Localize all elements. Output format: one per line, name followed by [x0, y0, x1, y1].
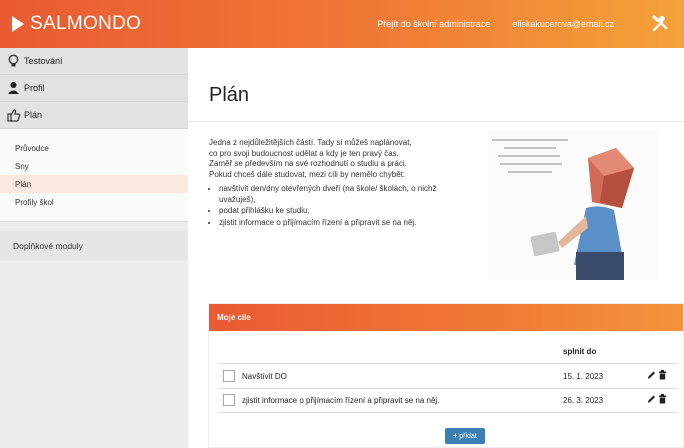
- trash-icon[interactable]: [658, 394, 667, 404]
- submenu-item-plan[interactable]: Plán: [0, 175, 188, 193]
- tools-icon[interactable]: [636, 0, 684, 48]
- divider: [219, 412, 677, 413]
- submenu-item-pruvodce[interactable]: Průvodce: [0, 139, 188, 157]
- goal-checkbox[interactable]: [223, 394, 235, 406]
- trash-icon[interactable]: [658, 370, 667, 380]
- bullet-item: zjistit informace o přijímacím řízení a …: [219, 218, 449, 229]
- edit-icon[interactable]: [647, 394, 656, 404]
- intro-line: Pokud chceš dále studovat, mezi cíli by …: [209, 169, 406, 179]
- add-goal-button[interactable]: + přidat: [445, 428, 485, 444]
- sidebar: Testování Profil Plán Průvodce Sny Plán …: [0, 48, 188, 448]
- goal-checkbox[interactable]: [223, 370, 235, 382]
- sidebar-item-label: Testování: [24, 56, 63, 66]
- divider: [188, 121, 684, 122]
- goal-name: zjistit informace o přijímacím řízení a …: [242, 396, 440, 405]
- sidebar-item-plan[interactable]: Plán: [0, 102, 188, 129]
- table-row: Navštívit DO 15. 1. 2023: [219, 366, 677, 387]
- page-title: Plán: [209, 84, 250, 106]
- divider: [219, 363, 677, 364]
- brand-logo[interactable]: SALMONDO: [12, 13, 141, 35]
- submenu-item-sny[interactable]: Sny: [0, 157, 188, 175]
- bullet-item: podat přihlášku ke studiu,: [219, 206, 449, 217]
- table-row: zjistit informace o přijímacím řízení a …: [219, 390, 677, 411]
- sidebar-item-testovani[interactable]: Testování: [0, 48, 188, 75]
- intro-bullets: navštívit den/dny otevřených dveří (na š…: [209, 184, 449, 228]
- deadline-column-header: splnit do: [563, 347, 597, 356]
- user-icon: [7, 81, 20, 95]
- goal-deadline: 15. 1. 2023: [563, 372, 604, 381]
- edit-icon[interactable]: [647, 370, 656, 380]
- submenu-item-profily-skol[interactable]: Profily škol: [0, 193, 188, 211]
- sidebar-item-label: Plán: [24, 110, 43, 120]
- plan-submenu: Průvodce Sny Plán Profily škol: [0, 129, 188, 222]
- user-email-link[interactable]: eliskakucerova@email.cz: [512, 19, 614, 29]
- box-head-illustration: [488, 130, 658, 280]
- play-logo-icon: [12, 16, 24, 32]
- divider: [219, 388, 677, 389]
- sidebar-item-doplnkove-moduly[interactable]: Doplňkové moduly: [0, 231, 188, 261]
- lightbulb-icon: [7, 54, 20, 68]
- goals-panel-header: Moje cíle: [209, 304, 683, 331]
- intro-line: co pro svoji budoucnost udělat a kdy je …: [209, 148, 399, 158]
- add-goal-label: přidat: [459, 432, 477, 440]
- goal-deadline: 26. 3. 2023: [563, 396, 604, 405]
- goal-name: Navštívit DO: [242, 372, 287, 381]
- main-content: Plán Jedna z nejdůležitějších částí. Tad…: [188, 48, 684, 448]
- school-admin-link[interactable]: Přejít do školní administrace: [377, 19, 490, 29]
- sidebar-item-label: Profil: [24, 83, 45, 93]
- top-bar: SALMONDO Přejít do školní administrace e…: [0, 0, 684, 48]
- intro-line: Jedna z nejdůležitějších částí. Tady si …: [209, 138, 412, 147]
- bullet-item: navštívit den/dny otevřených dveří (na š…: [219, 184, 449, 205]
- brand-name: SALMONDO: [30, 13, 142, 34]
- intro-line: Zaměř se především na své rozhodnutí o s…: [209, 159, 407, 168]
- thumbs-up-icon: [7, 108, 21, 122]
- intro-text: Jedna z nejdůležitějších částí. Tady si …: [209, 138, 449, 229]
- sidebar-item-profil[interactable]: Profil: [0, 75, 188, 102]
- plus-icon: +: [453, 432, 458, 440]
- goals-panel: Moje cíle splnit do Navštívit DO 15. 1. …: [208, 303, 684, 448]
